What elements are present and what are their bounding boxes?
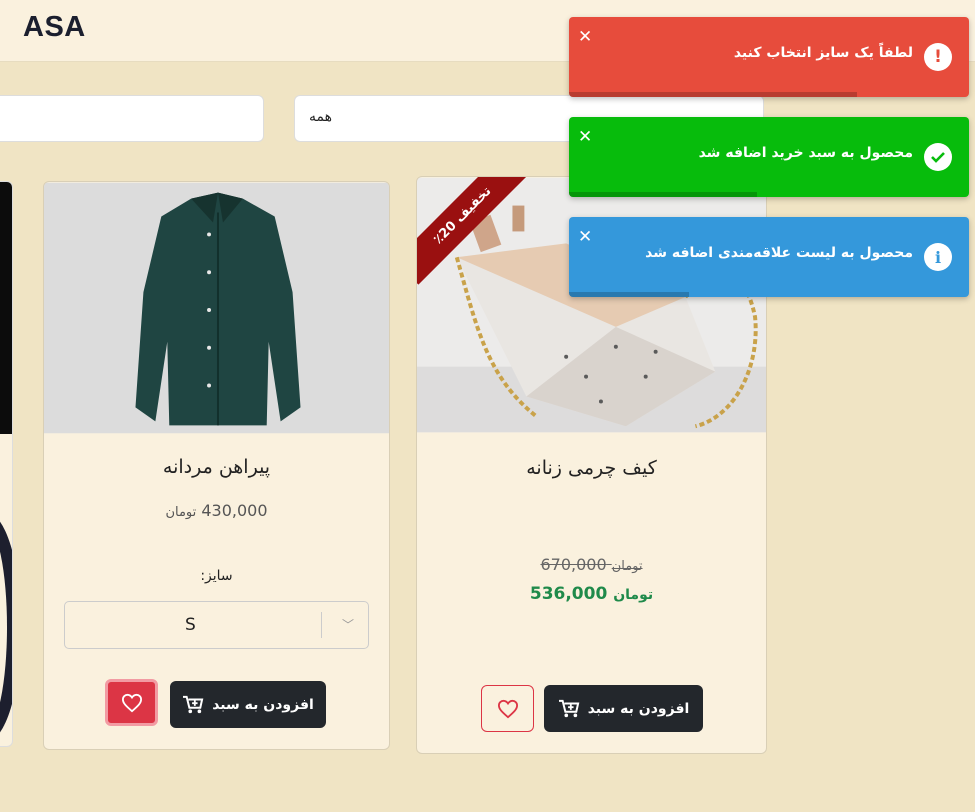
- product-image-decoration: [0, 512, 12, 742]
- product-price-currency: تومان: [165, 505, 197, 520]
- info-icon: i: [924, 243, 952, 271]
- discount-badge: تخفیف 20٪: [417, 177, 527, 285]
- search-input[interactable]: [0, 95, 264, 142]
- product-title: پیراهن مردانه: [162, 456, 271, 478]
- toast-message: محصول به سبد خرید اضافه شد: [698, 145, 913, 161]
- chevron-down-icon: ﹀: [341, 618, 354, 632]
- discount-ribbon: تخفیف 20٪: [417, 177, 527, 287]
- toast-info: ✕ i محصول به لیست علاقه‌مندی اضافه شد: [569, 217, 969, 297]
- product-title: کیف چرمی زنانه: [526, 457, 657, 479]
- close-icon[interactable]: ✕: [578, 127, 592, 147]
- product-new-price-currency: تومان: [613, 587, 654, 603]
- size-select[interactable]: S ﹀: [64, 601, 369, 649]
- product-new-price-value: 536,000: [529, 584, 608, 604]
- product-image: [0, 182, 12, 434]
- add-to-cart-button[interactable]: افزودن به سبد: [544, 685, 703, 732]
- product-image-shirt[interactable]: [44, 182, 389, 434]
- size-select-separator: [321, 612, 322, 638]
- toast-error: ✕ ! لطفاً یک سایز انتخاب کنید: [569, 17, 969, 97]
- product-old-price-value: 670,000: [540, 555, 607, 574]
- category-select-value: همه: [309, 109, 332, 125]
- heart-icon: [497, 699, 518, 718]
- toast-message: محصول به لیست علاقه‌مندی اضافه شد: [645, 245, 913, 261]
- toast-progress-bar: [569, 92, 857, 97]
- add-to-cart-label: افزودن به سبد: [587, 700, 690, 717]
- product-card[interactable]: پیراهن مردانه 430,000 تومان سایز: S ﹀ اف…: [43, 181, 390, 750]
- toast-message: لطفاً یک سایز انتخاب کنید: [733, 45, 913, 61]
- toast-success: ✕ محصول به سبد خرید اضافه شد: [569, 117, 969, 197]
- site-logo[interactable]: ASA: [23, 11, 86, 44]
- product-card-partial[interactable]: [0, 181, 13, 747]
- add-to-cart-button[interactable]: افزودن به سبد: [170, 681, 326, 728]
- heart-icon: [121, 693, 142, 712]
- cart-plus-icon: [558, 699, 580, 717]
- wishlist-button[interactable]: [105, 679, 158, 726]
- toast-progress-bar: [569, 192, 757, 197]
- wishlist-button[interactable]: [481, 685, 534, 732]
- size-label: سایز:: [200, 568, 233, 584]
- product-new-price: تومان 536,000: [417, 584, 766, 604]
- check-icon: [924, 143, 952, 171]
- close-icon[interactable]: ✕: [578, 227, 592, 247]
- product-old-price: تومان 670,000: [417, 555, 766, 574]
- product-old-price-currency: تومان: [611, 559, 643, 574]
- product-price-value: 430,000: [201, 501, 268, 520]
- close-icon[interactable]: ✕: [578, 27, 592, 47]
- cart-plus-icon: [183, 695, 204, 713]
- exclamation-icon: !: [924, 43, 952, 71]
- size-select-value: S: [185, 615, 196, 635]
- toast-progress-bar: [569, 292, 689, 297]
- add-to-cart-label: افزودن به سبد: [212, 696, 314, 713]
- product-price: 430,000 تومان: [44, 501, 389, 520]
